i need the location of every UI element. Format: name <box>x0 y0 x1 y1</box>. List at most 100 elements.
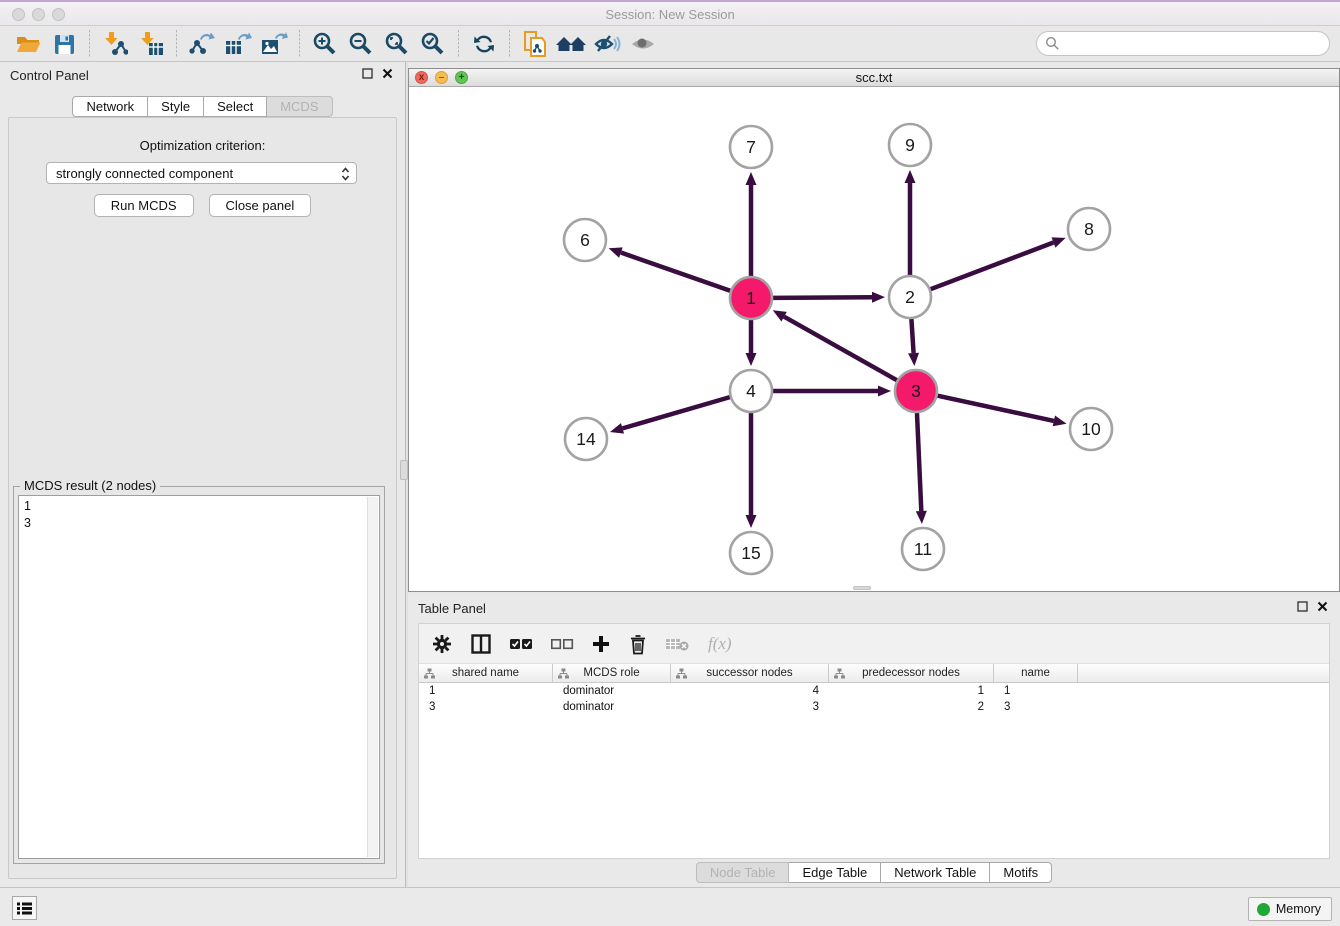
mcds-result-title: MCDS result (2 nodes) <box>20 478 160 493</box>
float-panel-icon[interactable] <box>1297 601 1308 612</box>
graph-node-3[interactable]: 3 <box>895 370 937 412</box>
network-canvas[interactable]: 7 9 6 8 1 2 4 3 14 10 15 11 <box>409 87 1339 591</box>
graph-node-10[interactable]: 10 <box>1070 408 1112 450</box>
graph-node-4[interactable]: 4 <box>730 370 772 412</box>
open-file-icon[interactable] <box>10 29 46 59</box>
control-panel-title: Control Panel <box>10 68 89 83</box>
graph-edge-4-3[interactable] <box>773 386 891 397</box>
graph-node-9[interactable]: 9 <box>889 124 931 166</box>
memory-button[interactable]: Memory <box>1248 897 1332 921</box>
zoom-in-icon[interactable] <box>307 29 343 59</box>
graph-edge-2-8[interactable] <box>931 237 1066 289</box>
graph-edge-3-1[interactable] <box>773 310 897 380</box>
show-all-eye-icon[interactable] <box>625 29 661 59</box>
network-window-titlebar[interactable]: x – + scc.txt <box>409 69 1339 87</box>
close-panel-icon[interactable] <box>1317 601 1328 612</box>
graph-node-14[interactable]: 14 <box>565 418 607 460</box>
status-bar: Memory <box>0 887 1340 926</box>
zoom-selected-icon[interactable] <box>415 29 451 59</box>
list-icon <box>16 901 33 916</box>
table-settings-gear-icon[interactable] <box>431 633 453 655</box>
search-input[interactable] <box>1036 31 1330 56</box>
svg-text:1: 1 <box>746 288 756 308</box>
tab-network[interactable]: Network <box>72 96 148 117</box>
memory-status-icon <box>1257 903 1270 916</box>
splitter-grip[interactable] <box>400 460 408 480</box>
column-header-predecessor-nodes[interactable]: predecessor nodes <box>829 664 994 682</box>
network-close-button[interactable]: x <box>415 71 428 84</box>
toolbar-separator <box>509 30 510 58</box>
result-scrollbar[interactable] <box>367 497 378 857</box>
tab-motifs[interactable]: Motifs <box>990 862 1052 883</box>
home-icon[interactable] <box>553 29 589 59</box>
network-maximize-button[interactable]: + <box>455 71 468 84</box>
graph-edge-1-4[interactable] <box>746 320 757 366</box>
table-row[interactable]: 3dominator323 <box>419 699 1329 715</box>
graph-node-6[interactable]: 6 <box>564 219 606 261</box>
mcds-result-box: 1 3 <box>18 495 380 859</box>
close-panel-button[interactable]: Close panel <box>209 194 312 217</box>
deselect-all-checkboxes-icon[interactable] <box>550 636 574 652</box>
graph-edge-1-7[interactable] <box>746 172 757 276</box>
zoom-fit-icon[interactable] <box>379 29 415 59</box>
zoom-out-icon[interactable] <box>343 29 379 59</box>
table-cell: 1 <box>419 685 553 697</box>
table-row[interactable]: 1dominator411 <box>419 683 1329 699</box>
graph-edge-2-3[interactable] <box>908 319 919 366</box>
hide-selected-eye-icon[interactable] <box>589 29 625 59</box>
graph-node-15[interactable]: 15 <box>730 532 772 574</box>
toolbar-separator <box>458 30 459 58</box>
graph-edge-1-2[interactable] <box>773 292 885 303</box>
tab-select[interactable]: Select <box>204 96 267 117</box>
clone-network-icon[interactable] <box>517 29 553 59</box>
mcds-result-text: 1 3 <box>24 498 363 856</box>
toggle-columns-icon[interactable] <box>470 633 492 655</box>
graph-node-1[interactable]: 1 <box>730 277 772 319</box>
criterion-value: strongly connected component <box>56 166 233 181</box>
run-mcds-button[interactable]: Run MCDS <box>94 194 194 217</box>
close-panel-icon[interactable] <box>382 68 393 79</box>
graph-edge-1-6[interactable] <box>609 247 731 290</box>
graph-edge-3-10[interactable] <box>937 396 1066 427</box>
column-header-shared-name[interactable]: shared name <box>419 664 553 682</box>
graph-edge-4-15[interactable] <box>746 413 757 528</box>
delete-columns-trash-icon[interactable] <box>628 633 648 655</box>
graph-edge-2-9[interactable] <box>905 170 916 275</box>
export-table-icon[interactable] <box>220 29 256 59</box>
criterion-select[interactable]: strongly connected component <box>46 162 357 184</box>
column-header-successor-nodes[interactable]: successor nodes <box>671 664 829 682</box>
column-header-name[interactable]: name <box>994 664 1078 682</box>
export-network-icon[interactable] <box>184 29 220 59</box>
graph-node-8[interactable]: 8 <box>1068 208 1110 250</box>
select-stepper-icon <box>340 166 351 182</box>
canvas-resize-grip[interactable] <box>853 586 871 590</box>
refresh-icon[interactable] <box>466 29 502 59</box>
control-panel: Control Panel NetworkStyleSelectMCDS Opt… <box>0 62 405 887</box>
graph-node-11[interactable]: 11 <box>902 528 944 570</box>
show-panels-button[interactable] <box>12 896 37 920</box>
tab-style[interactable]: Style <box>148 96 204 117</box>
export-image-icon[interactable] <box>256 29 292 59</box>
tab-network-table[interactable]: Network Table <box>881 862 990 883</box>
import-table-icon[interactable] <box>133 29 169 59</box>
tab-node-table[interactable]: Node Table <box>696 862 790 883</box>
table-toolbar: f(x) <box>419 624 1329 664</box>
save-session-icon[interactable] <box>46 29 82 59</box>
float-panel-icon[interactable] <box>362 68 373 79</box>
network-window: x – + scc.txt 7 9 6 8 1 2 4 3 14 10 15 11 <box>408 68 1340 592</box>
import-network-icon[interactable] <box>97 29 133 59</box>
table-cell: 1 <box>994 685 1078 697</box>
svg-text:7: 7 <box>746 137 756 157</box>
graph-node-2[interactable]: 2 <box>889 276 931 318</box>
graph-node-7[interactable]: 7 <box>730 126 772 168</box>
tab-mcds[interactable]: MCDS <box>267 96 332 117</box>
tab-edge-table[interactable]: Edge Table <box>789 862 881 883</box>
table-cell: dominator <box>553 685 671 697</box>
select-all-checkboxes-icon[interactable] <box>509 636 533 652</box>
graph-edge-3-11[interactable] <box>916 413 927 524</box>
table-body: 1dominator4113dominator323 <box>419 683 1329 858</box>
column-header-MCDS-role[interactable]: MCDS role <box>553 664 671 682</box>
graph-edge-4-14[interactable] <box>610 397 730 434</box>
network-minimize-button[interactable]: – <box>435 71 448 84</box>
add-column-plus-icon[interactable] <box>591 634 611 654</box>
